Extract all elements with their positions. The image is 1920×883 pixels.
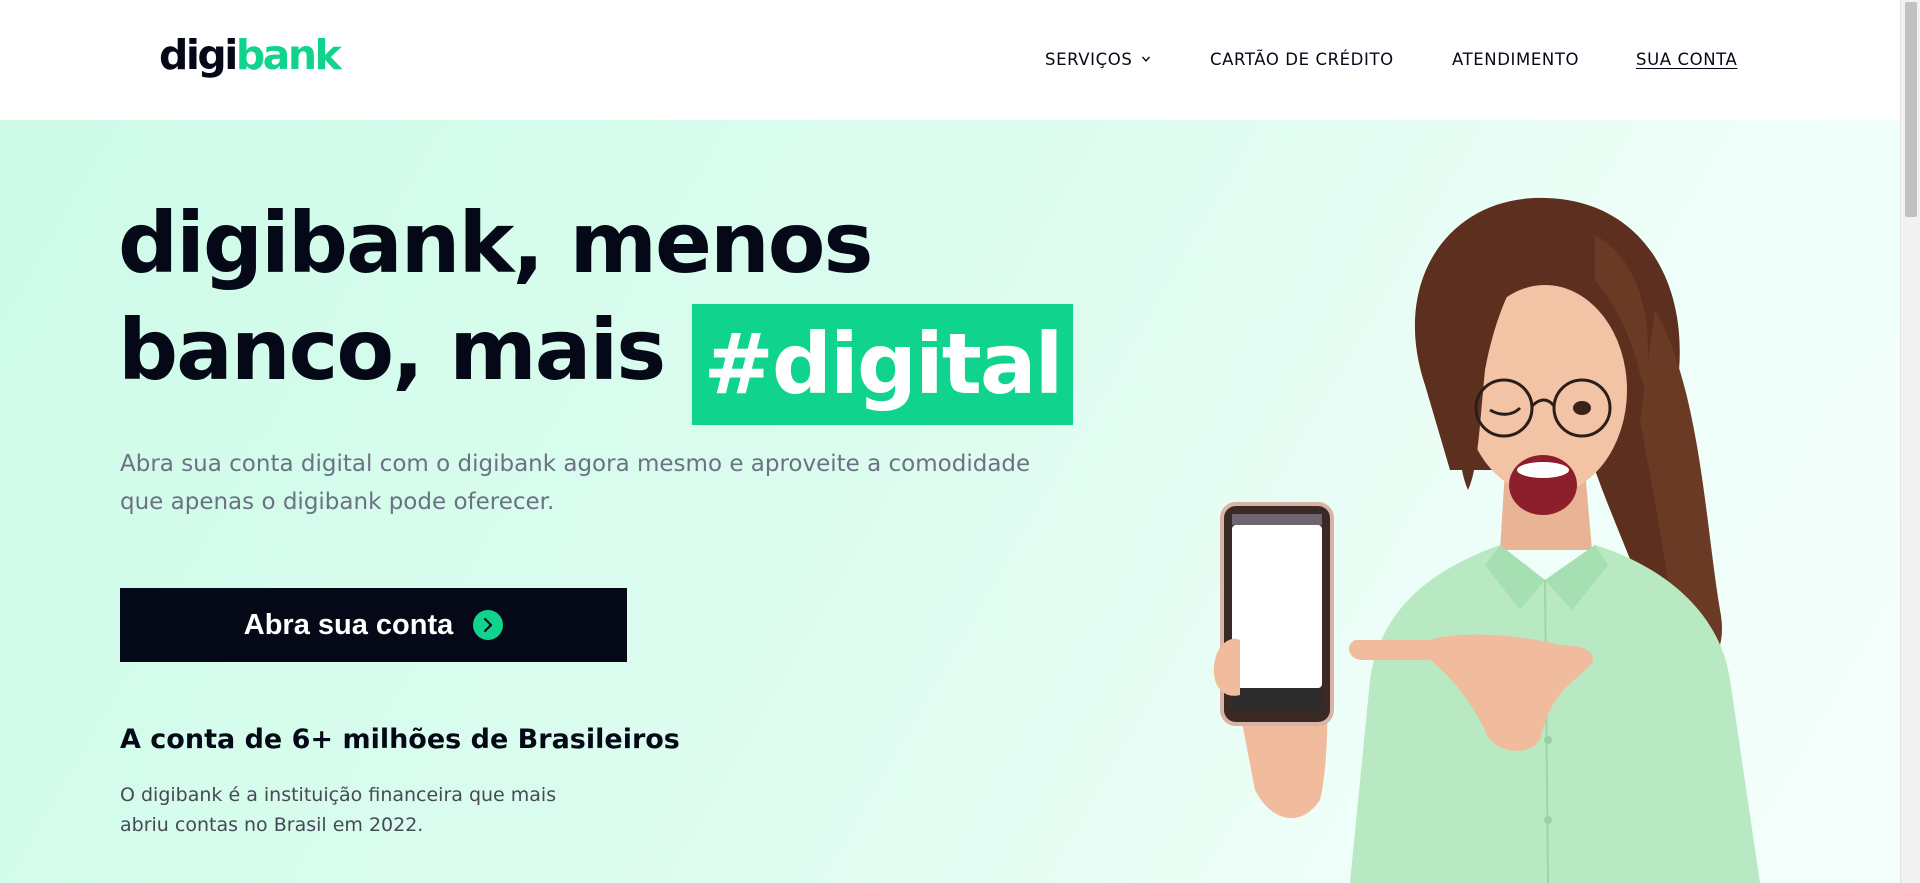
open-account-button-label: Abra sua conta: [243, 608, 454, 641]
digibank-logo[interactable]: digibank: [159, 30, 342, 80]
logo-text-bank: bank: [235, 31, 342, 79]
headline-line-1: digibank, menos: [118, 194, 873, 292]
headline-line-2: banco, mais #digital: [118, 297, 1078, 425]
site-header: digibank SERVIÇOS CARTÃO DE CRÉDITO ATEN…: [0, 0, 1900, 120]
nav-servicos-label: SERVIÇOS: [1045, 50, 1133, 69]
page: digibank SERVIÇOS CARTÃO DE CRÉDITO ATEN…: [0, 0, 1920, 883]
open-account-button[interactable]: Abra sua conta: [120, 588, 627, 662]
scrollbar-thumb[interactable]: [1905, 2, 1917, 217]
nav-cartao-de-credito[interactable]: CARTÃO DE CRÉDITO: [1210, 48, 1394, 72]
stat-heading: A conta de 6+ milhões de Brasileiros: [120, 724, 680, 755]
headline-highlight: #digital: [691, 304, 1074, 425]
woman-holding-phone-image: [1213, 197, 1760, 883]
hero-headline: digibank, menos banco, mais #digital: [118, 190, 1078, 425]
hero-subtext: Abra sua conta digital com o digibank ag…: [120, 451, 1031, 515]
nav-servicos[interactable]: SERVIÇOS: [1045, 48, 1151, 72]
nav-sua-conta[interactable]: SUA CONTA: [1636, 48, 1737, 72]
arrow-right-circle-icon: [473, 610, 504, 640]
stat-description: O digibank é a instituição financeira qu…: [120, 784, 557, 836]
nav-atendimento[interactable]: ATENDIMENTO: [1452, 48, 1579, 72]
page-scrollbar[interactable]: [1900, 0, 1920, 883]
hero-section: digibank, menos banco, mais #digital Abr…: [0, 120, 1900, 883]
logo-text-digi: digi: [159, 31, 238, 79]
chevron-down-icon: [1142, 56, 1151, 62]
headline-line-2-prefix: banco, mais: [118, 301, 666, 399]
